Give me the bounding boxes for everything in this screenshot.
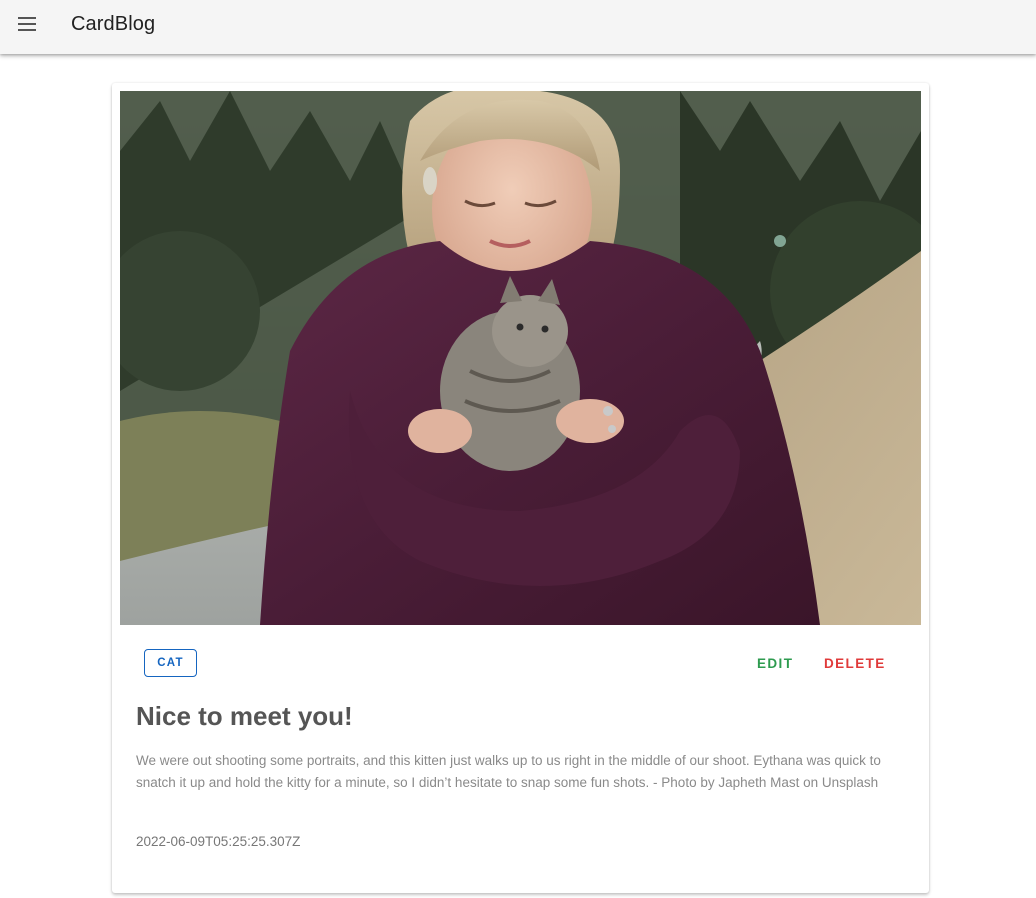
app-title[interactable]: CardBlog [71, 12, 155, 36]
post-timestamp: 2022-06-09T05:25:25.307Z [136, 834, 301, 849]
edit-button[interactable]: EDIT [757, 656, 793, 672]
hamburger-glyph [18, 17, 36, 31]
delete-button[interactable]: DELETE [824, 656, 886, 672]
post-title: Nice to meet you! [136, 701, 353, 731]
post-image [120, 91, 921, 625]
photo-illustration [120, 91, 921, 625]
app-bar: CardBlog [0, 0, 1036, 54]
tag-chip[interactable]: CAT [144, 649, 197, 677]
post-body: We were out shooting some portraits, and… [136, 753, 881, 790]
menu-icon[interactable] [12, 9, 42, 39]
post-card: CAT EDIT DELETE Nice to meet you! We wer… [112, 83, 929, 893]
